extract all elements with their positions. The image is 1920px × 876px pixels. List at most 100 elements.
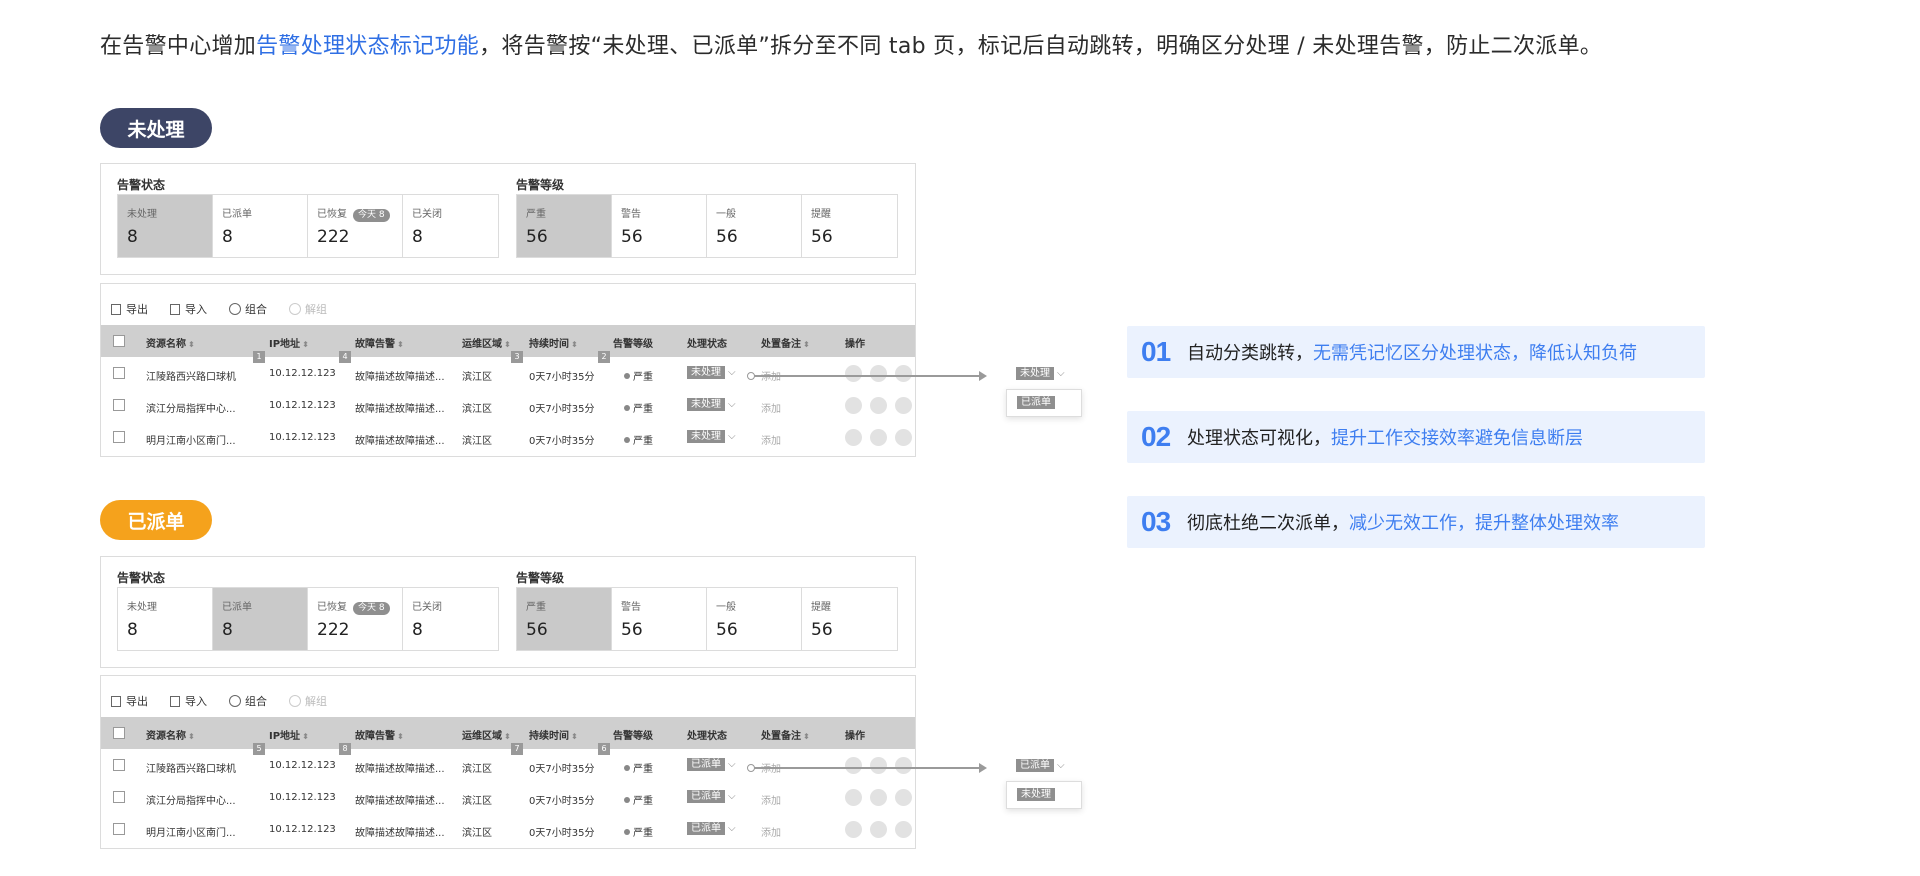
level-card[interactable]: 严重 56 <box>517 588 612 650</box>
action-icon[interactable] <box>895 821 912 838</box>
tab-badge-dispatched[interactable]: 已派单 <box>100 500 212 540</box>
column-header[interactable]: 处理状态 <box>687 727 727 742</box>
action-icon[interactable] <box>845 365 862 382</box>
column-header[interactable]: IP地址 ⬍ <box>269 727 309 742</box>
select-all-checkbox[interactable] <box>113 727 125 739</box>
status-card[interactable]: 已关闭 8 <box>403 588 498 650</box>
combine-button[interactable]: 组合 <box>229 301 267 317</box>
table-row[interactable]: 滨江分局指挥中心... 10.12.12.123 故障描述故障描述... 滨江区 0天7… <box>101 781 915 813</box>
split-button[interactable]: 解组 <box>289 301 327 317</box>
table-row[interactable]: 江陵路西兴路口球机 10.12.12.123 故障描述故障描述... 滨江区 0天7小时… <box>101 351 915 389</box>
status-card[interactable]: 已关闭 8 <box>403 195 498 257</box>
action-icon[interactable] <box>845 821 862 838</box>
cell-remark[interactable]: 添加 <box>761 432 781 447</box>
column-header[interactable]: 运维区域 ⬍ <box>462 335 511 350</box>
action-icon[interactable] <box>870 789 887 806</box>
status-dropdown-trigger[interactable]: 未处理 ⌵ <box>1016 367 1065 380</box>
column-header[interactable]: 故障告警 ⬍ <box>355 335 404 350</box>
cell-status[interactable]: 已派单 ⌵ <box>687 822 736 835</box>
action-icon[interactable] <box>870 757 887 774</box>
cell-status[interactable]: 未处理 ⌵ <box>687 366 736 379</box>
split-button[interactable]: 解组 <box>289 693 327 709</box>
column-header[interactable]: 资源名称 ⬍ <box>146 335 195 350</box>
annotation-number-tag: 7 <box>511 743 523 755</box>
level-card[interactable]: 警告 56 <box>612 195 707 257</box>
row-checkbox[interactable] <box>113 399 125 411</box>
column-header[interactable]: 运维区域 ⬍ <box>462 727 511 742</box>
radio-icon <box>229 695 241 707</box>
export-button[interactable]: 导出 <box>111 301 148 317</box>
column-header[interactable]: 处理状态 <box>687 335 727 350</box>
level-card[interactable]: 警告 56 <box>612 588 707 650</box>
cell-status[interactable]: 已派单 ⌵ <box>687 758 736 771</box>
level-card[interactable]: 提醒 56 <box>802 588 897 650</box>
table-row[interactable]: 滨江分局指挥中心... 10.12.12.123 故障描述故障描述... 滨江区 0天7… <box>101 389 915 421</box>
table-row[interactable]: 明月江南小区南门... 10.12.12.123 故障描述故障描述... 滨江区 0天7… <box>101 421 915 453</box>
column-header[interactable]: 故障告警 ⬍ <box>355 727 404 742</box>
level-card[interactable]: 一般 56 <box>707 195 802 257</box>
column-header[interactable]: IP地址 ⬍ <box>269 335 309 350</box>
dropdown-option[interactable]: 未处理 <box>1017 788 1055 801</box>
action-icon[interactable] <box>845 429 862 446</box>
cell-status[interactable]: 未处理 ⌵ <box>687 398 736 411</box>
status-card[interactable]: 已派单 8 <box>213 195 308 257</box>
dropdown-option[interactable]: 已派单 <box>1017 396 1055 409</box>
status-card[interactable]: 未处理 8 <box>118 588 213 650</box>
action-icon[interactable] <box>895 365 912 382</box>
benefit-number: 01 <box>1141 336 1171 367</box>
level-card[interactable]: 严重 56 <box>517 195 612 257</box>
row-checkbox[interactable] <box>113 791 125 803</box>
column-header[interactable]: 操作 <box>845 727 865 742</box>
status-card[interactable]: 未处理 8 <box>118 195 213 257</box>
action-icon[interactable] <box>845 757 862 774</box>
column-header[interactable]: 操作 <box>845 335 865 350</box>
status-card[interactable]: 已派单 8 <box>213 588 308 650</box>
column-header-label: IP地址 <box>269 339 301 350</box>
column-header[interactable]: 处置备注 ⬍ <box>761 727 810 742</box>
table-row[interactable]: 江陵路西兴路口球机 10.12.12.123 故障描述故障描述... 滨江区 0天7小时… <box>101 743 915 781</box>
fault-text: 故障描述故障描述... <box>355 372 445 383</box>
action-icon[interactable] <box>870 821 887 838</box>
import-button[interactable]: 导入 <box>170 693 207 709</box>
row-checkbox[interactable] <box>113 823 125 835</box>
cell-status[interactable]: 未处理 ⌵ <box>687 430 736 443</box>
column-header[interactable]: 持续时间 ⬍ <box>529 335 578 350</box>
row-checkbox[interactable] <box>113 367 125 379</box>
combine-button[interactable]: 组合 <box>229 693 267 709</box>
column-header[interactable]: 持续时间 ⬍ <box>529 727 578 742</box>
table-row[interactable]: 明月江南小区南门... 10.12.12.123 故障描述故障描述... 滨江区 0天7… <box>101 813 915 845</box>
cell-remark[interactable]: 添加 <box>761 400 781 415</box>
level-card[interactable]: 一般 56 <box>707 588 802 650</box>
column-header[interactable]: 告警等级 <box>613 727 653 742</box>
fault-text: 故障描述故障描述... <box>355 764 445 775</box>
level-card[interactable]: 提醒 56 <box>802 195 897 257</box>
action-icon[interactable] <box>870 365 887 382</box>
action-icon[interactable] <box>845 397 862 414</box>
action-icon[interactable] <box>845 789 862 806</box>
select-all-checkbox[interactable] <box>113 335 125 347</box>
column-header[interactable]: 处置备注 ⬍ <box>761 335 810 350</box>
action-icon[interactable] <box>895 757 912 774</box>
status-card[interactable]: 已恢复 今天 8 222 <box>308 195 403 257</box>
table-toolbar: 导出 导入 组合 解组 <box>111 692 349 710</box>
column-header[interactable]: 告警等级 <box>613 335 653 350</box>
column-header[interactable]: 资源名称 ⬍ <box>146 727 195 742</box>
status-card[interactable]: 已恢复 今天 8 222 <box>308 588 403 650</box>
action-icon[interactable] <box>895 429 912 446</box>
remark-text: 添加 <box>761 764 781 775</box>
action-icon[interactable] <box>895 789 912 806</box>
cell-remark[interactable]: 添加 <box>761 824 781 839</box>
sort-icon: ⬍ <box>188 340 195 349</box>
action-icon[interactable] <box>895 397 912 414</box>
status-dropdown-trigger[interactable]: 已派单 ⌵ <box>1016 759 1065 772</box>
export-button[interactable]: 导出 <box>111 693 148 709</box>
action-icon[interactable] <box>870 397 887 414</box>
cell-status[interactable]: 已派单 ⌵ <box>687 790 736 803</box>
action-icon[interactable] <box>870 429 887 446</box>
row-checkbox[interactable] <box>113 431 125 443</box>
import-button[interactable]: 导入 <box>170 301 207 317</box>
annotation-number-tag: 4 <box>339 351 351 363</box>
row-checkbox[interactable] <box>113 759 125 771</box>
cell-remark[interactable]: 添加 <box>761 792 781 807</box>
tab-badge-unprocessed[interactable]: 未处理 <box>100 108 212 148</box>
